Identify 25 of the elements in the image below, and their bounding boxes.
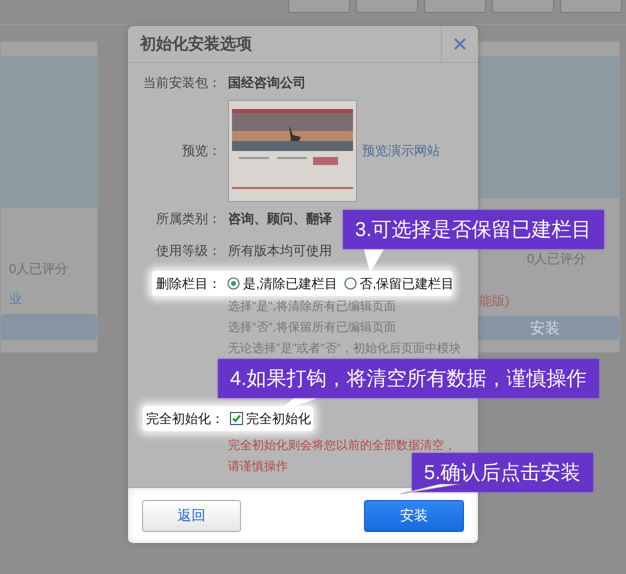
hint-text: 无论选择"是"或者"否"，初始化后页面中模块	[228, 340, 462, 357]
annotation-callout: 5.确认后点击安装	[412, 453, 593, 492]
radio-label[interactable]: 是,清除已建栏目	[243, 274, 338, 292]
field-value: 所有版本均可使用	[228, 242, 332, 260]
back-button[interactable]: 返回	[142, 500, 241, 532]
field-label: 删除栏目：	[155, 274, 221, 292]
radio-label[interactable]: 否,保留已建栏目	[360, 274, 454, 292]
field-value: 咨询、顾问、翻译	[228, 210, 332, 228]
install-button[interactable]: 安装	[364, 500, 464, 532]
field-label: 预览：	[181, 142, 221, 160]
dialog-title: 初始化安装选项	[140, 34, 252, 54]
edition-note: 能版)	[478, 292, 510, 310]
field-value: 国经咨询公司	[228, 74, 306, 92]
annotation-callout: 3.可选择是否保留已建栏目	[343, 210, 604, 249]
hint-text: 选择"是",将清除所有已编辑页面	[228, 298, 396, 315]
field-label: 完全初始化：	[145, 410, 224, 428]
field-label: 当前安装包：	[142, 74, 221, 92]
warning-text: 完全初始化则会将您以前的全部数据清空，	[228, 437, 456, 454]
annotation-callout: 4.如果打钩，将清空所有数据，谨慎操作	[218, 359, 599, 398]
field-label: 使用等级：	[155, 242, 221, 260]
field-label: 所属类别：	[155, 210, 221, 228]
warning-text: 请谨慎操作	[228, 458, 288, 475]
preview-demo-link[interactable]: 预览演示网站	[362, 142, 440, 160]
checkbox-label[interactable]: 完全初始化	[246, 410, 311, 428]
hint-text: 选择"否",将保留所有已编辑页面	[228, 319, 396, 336]
